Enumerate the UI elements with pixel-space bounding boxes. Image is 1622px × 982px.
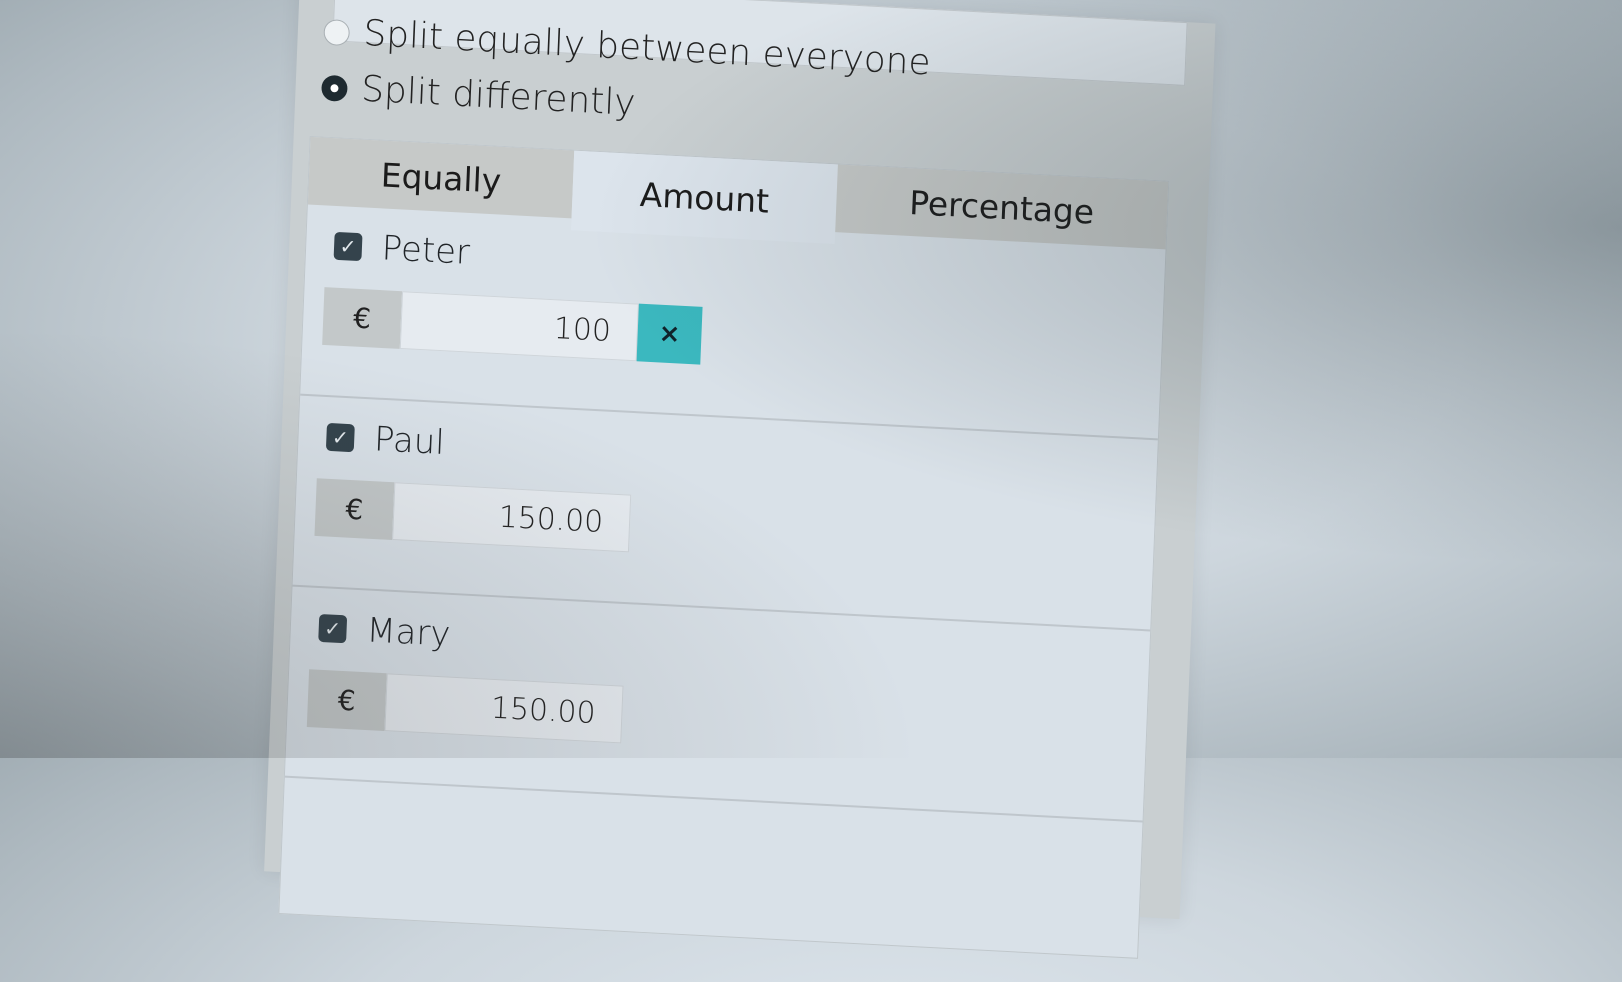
amount-input[interactable]: 150.00	[384, 673, 624, 744]
currency-addon: €	[306, 669, 387, 732]
radio-selected-icon[interactable]	[321, 74, 348, 102]
currency-addon: €	[322, 287, 403, 349]
split-expense-screen: Split equally between everyone Split dif…	[0, 0, 1614, 959]
amount-input[interactable]: 150.00	[392, 482, 632, 553]
checkbox-checked-icon[interactable]: ✓	[318, 613, 348, 644]
person-header: ✓ Paul	[325, 417, 446, 463]
currency-addon: €	[314, 478, 395, 540]
person-header: ✓ Peter	[333, 226, 471, 273]
person-name: Paul	[373, 419, 446, 463]
person-name: Mary	[365, 610, 452, 655]
person-header: ✓ Mary	[318, 608, 451, 655]
person-name: Peter	[381, 228, 471, 273]
clear-amount-button[interactable]: ×	[636, 303, 703, 365]
checkbox-checked-icon[interactable]: ✓	[325, 422, 355, 453]
amount-input[interactable]: 100	[399, 291, 639, 362]
amount-input-group: € 150.00	[314, 478, 632, 553]
split-method-tabs: Equally Amount Percentage ✓ Peter € 100 …	[278, 135, 1170, 959]
checkbox-checked-icon[interactable]: ✓	[333, 231, 363, 262]
amount-input-group: € 100 ×	[322, 287, 703, 365]
radio-unselected-icon[interactable]	[323, 18, 351, 46]
amount-input-group: € 150.00	[306, 669, 624, 744]
